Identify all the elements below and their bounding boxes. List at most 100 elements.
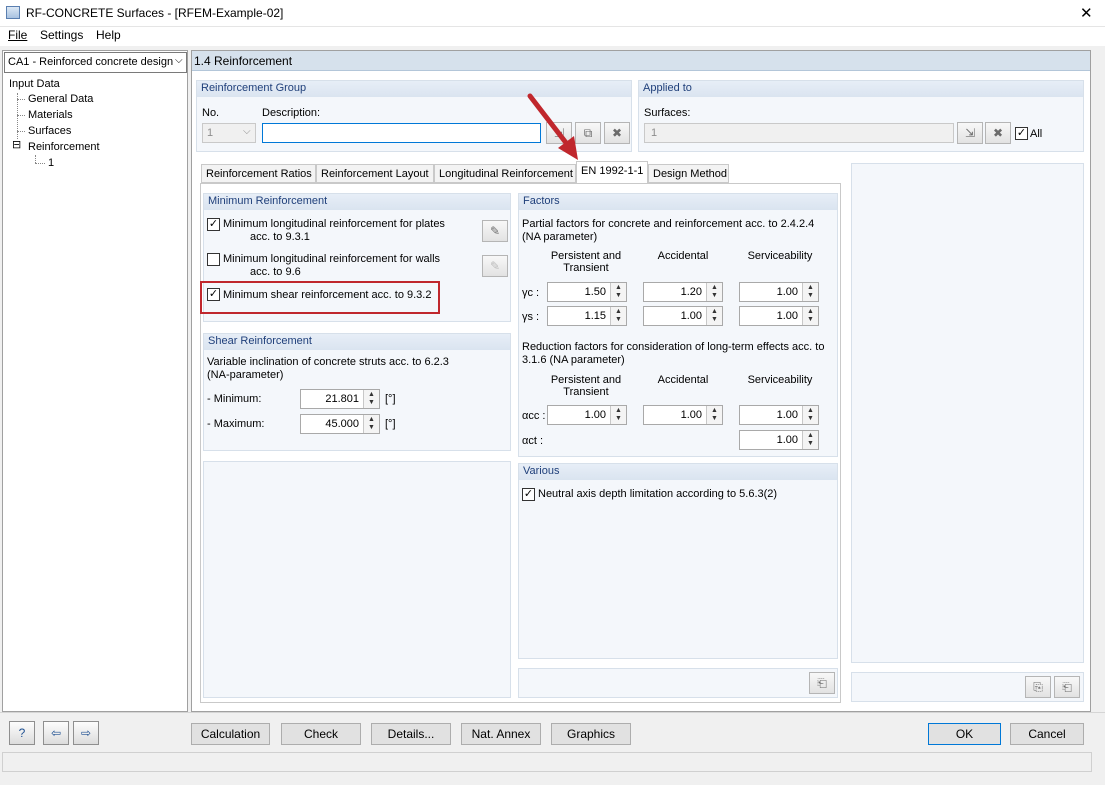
tree-expander-icon[interactable]: ⊟ xyxy=(12,140,22,151)
menu-settings[interactable]: Settings xyxy=(40,28,83,42)
section-title: 1.4 Reinforcement xyxy=(192,51,1090,71)
minimum-angle-input[interactable]: 21.801 ▲ ▼ xyxy=(300,389,380,409)
import-icon[interactable]: ⎗ xyxy=(809,672,835,694)
applied-to-header: Applied to xyxy=(639,81,1083,97)
alpha-cc-accidental[interactable]: 1.00 ▲ ▼ xyxy=(643,405,723,425)
field-value: 1.00 xyxy=(776,409,798,421)
spin-arrows[interactable]: ▲ ▼ xyxy=(610,406,626,424)
shear-desc-1: Variable inclination of concrete struts … xyxy=(207,356,449,368)
menu-help[interactable]: Help xyxy=(96,28,121,42)
description-label: Description: xyxy=(262,107,321,119)
all-checkbox[interactable]: ✓ xyxy=(1015,127,1028,140)
spin-arrows[interactable]: ▲ ▼ xyxy=(706,283,722,301)
maximum-angle-input[interactable]: 45.000 ▲ ▼ xyxy=(300,414,380,434)
reduction-desc-1: Reduction factors for consideration of l… xyxy=(522,341,825,353)
details-button[interactable]: Details... xyxy=(371,723,451,745)
spin-arrows[interactable]: ▲ ▼ xyxy=(363,415,379,433)
tree-item-surfaces[interactable]: Surfaces xyxy=(28,125,71,137)
no-combo[interactable]: 1 ⌵ xyxy=(202,123,256,143)
tab-reinforcement-ratios[interactable]: Reinforcement Ratios xyxy=(201,164,316,183)
col-accidental-head: Accidental xyxy=(657,250,709,262)
close-icon[interactable]: ✕ xyxy=(1080,4,1093,22)
all-label: All xyxy=(1030,128,1043,140)
chevron-down-icon: ⌵ xyxy=(243,126,251,137)
description-input[interactable] xyxy=(262,123,541,143)
delete-icon[interactable]: ✖ xyxy=(604,122,630,144)
calculation-button[interactable]: Calculation xyxy=(191,723,270,745)
neutral-axis-checkbox[interactable]: ✓ xyxy=(522,488,535,501)
min-long-plates-label-2: acc. to 9.3.1 xyxy=(250,231,310,243)
edit-walls-icon[interactable]: ✎ xyxy=(482,255,508,277)
no-label: No. xyxy=(202,107,220,119)
tree-item-materials[interactable]: Materials xyxy=(28,109,73,121)
surfaces-input[interactable]: 1 xyxy=(644,123,954,143)
tree-branch xyxy=(17,99,25,100)
alpha-cc-persistent[interactable]: 1.00 ▲ ▼ xyxy=(547,405,627,425)
pick-surface-icon[interactable]: ⇲ xyxy=(957,122,983,144)
various-box: Various ✓ Neutral axis depth limitation … xyxy=(518,463,838,659)
spin-arrows[interactable]: ▲ ▼ xyxy=(802,431,818,449)
field-value: 1.00 xyxy=(584,409,606,421)
various-toolbar xyxy=(518,668,838,698)
gamma-s-label: γs : xyxy=(522,311,540,323)
tree-branch xyxy=(17,131,25,132)
graphic-panel xyxy=(851,163,1084,663)
gamma-c-serviceability[interactable]: 1.00 ▲ ▼ xyxy=(739,282,819,302)
alpha-ct-serviceability[interactable]: 1.00 ▲ ▼ xyxy=(739,430,819,450)
spin-arrows[interactable]: ▲ ▼ xyxy=(802,307,818,325)
menu-file[interactable]: File xyxy=(8,28,27,42)
graphics-button[interactable]: Graphics xyxy=(551,723,631,745)
gamma-s-accidental[interactable]: 1.00 ▲ ▼ xyxy=(643,306,723,326)
alpha-ct-label: αct : xyxy=(522,435,544,447)
field-value: 1.50 xyxy=(584,286,606,298)
alpha-cc-serviceability[interactable]: 1.00 ▲ ▼ xyxy=(739,405,819,425)
empty-group-box xyxy=(203,461,511,698)
status-bar xyxy=(2,752,1092,772)
spin-arrows[interactable]: ▲ ▼ xyxy=(610,307,626,325)
export-icon[interactable]: ⎘ xyxy=(1025,676,1051,698)
next-icon[interactable]: ⇨ xyxy=(73,721,99,745)
spin-arrows[interactable]: ▲ ▼ xyxy=(706,406,722,424)
min-long-walls-checkbox[interactable] xyxy=(207,253,220,266)
ok-button[interactable]: OK xyxy=(928,723,1001,745)
maximum-angle-value: 45.000 xyxy=(325,418,359,430)
surfaces-value: 1 xyxy=(651,127,658,139)
min-long-walls-label-2: acc. to 9.6 xyxy=(250,266,301,278)
shear-desc-2: (NA-parameter) xyxy=(207,369,284,381)
maximum-label: - Maximum: xyxy=(207,418,265,430)
spin-arrows[interactable]: ▲ ▼ xyxy=(363,390,379,408)
window-title: RF-CONCRETE Surfaces - [RFEM-Example-02] xyxy=(26,6,284,20)
spin-arrows[interactable]: ▲ ▼ xyxy=(802,283,818,301)
minimum-label: - Minimum: xyxy=(207,393,262,405)
previous-icon[interactable]: ⇦ xyxy=(43,721,69,745)
col-serviceability-head: Serviceability xyxy=(747,250,813,262)
gamma-c-accidental[interactable]: 1.20 ▲ ▼ xyxy=(643,282,723,302)
tab-design-method[interactable]: Design Method xyxy=(648,164,729,183)
gamma-s-persistent[interactable]: 1.15 ▲ ▼ xyxy=(547,306,627,326)
spin-arrows[interactable]: ▲ ▼ xyxy=(802,406,818,424)
cancel-button[interactable]: Cancel xyxy=(1010,723,1084,745)
check-button[interactable]: Check xyxy=(281,723,361,745)
min-long-plates-checkbox[interactable]: ✓ xyxy=(207,218,220,231)
factors-box: Factors Partial factors for concrete and… xyxy=(518,193,838,457)
tab-reinforcement-layout[interactable]: Reinforcement Layout xyxy=(316,164,434,183)
col-serviceability-head-2: Serviceability xyxy=(747,374,813,386)
case-combo[interactable]: CA1 - Reinforced concrete design ⌵ xyxy=(4,52,187,73)
partial-factors-desc-2: (NA parameter) xyxy=(522,231,598,243)
spin-arrows[interactable]: ▲ ▼ xyxy=(706,307,722,325)
gamma-c-persistent[interactable]: 1.50 ▲ ▼ xyxy=(547,282,627,302)
clear-surfaces-icon[interactable]: ✖ xyxy=(985,122,1011,144)
edit-plates-icon[interactable]: ✎ xyxy=(482,220,508,242)
nat-annex-button[interactable]: Nat. Annex xyxy=(461,723,541,745)
partial-factors-desc-1: Partial factors for concrete and reinfor… xyxy=(522,218,815,230)
tree-item-general-data[interactable]: General Data xyxy=(28,93,93,105)
tree-root-input-data[interactable]: Input Data xyxy=(9,78,60,90)
help-icon[interactable]: ? xyxy=(9,721,35,745)
shear-reinforcement-box: Shear Reinforcement Variable inclination… xyxy=(203,333,511,451)
highlight-box xyxy=(200,281,440,314)
gamma-s-serviceability[interactable]: 1.00 ▲ ▼ xyxy=(739,306,819,326)
tree-item-reinforcement-1[interactable]: 1 xyxy=(48,157,54,169)
spin-arrows[interactable]: ▲ ▼ xyxy=(610,283,626,301)
tree-item-reinforcement[interactable]: Reinforcement xyxy=(28,141,100,153)
import-icon[interactable]: ⎗ xyxy=(1054,676,1080,698)
